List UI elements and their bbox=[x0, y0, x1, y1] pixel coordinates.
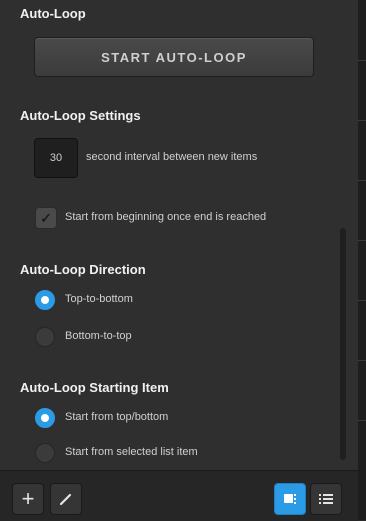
radio-start-from-top-bottom[interactable] bbox=[35, 408, 55, 428]
start-auto-loop-button[interactable]: START AUTO-LOOP bbox=[34, 37, 314, 77]
side-gutter bbox=[358, 0, 366, 520]
gutter-divider bbox=[358, 180, 366, 209]
edit-button[interactable] bbox=[50, 483, 82, 515]
restart-checkbox-label: Start from beginning once end is reached bbox=[65, 211, 267, 223]
add-button[interactable]: + bbox=[12, 483, 44, 515]
radio-top-to-bottom[interactable] bbox=[35, 290, 55, 310]
auto-loop-panel: Auto-Loop START AUTO-LOOP Auto-Loop Sett… bbox=[0, 0, 358, 521]
radio-label-start-from-selected: Start from selected list item bbox=[65, 446, 198, 458]
radio-label-start-from-top-bottom: Start from top/bottom bbox=[65, 411, 169, 423]
plus-icon: + bbox=[21, 486, 35, 511]
interval-label: second interval between new items bbox=[86, 151, 258, 163]
footer-toolbar: + bbox=[0, 470, 358, 521]
radio-bottom-to-top[interactable] bbox=[35, 327, 55, 347]
interval-input[interactable]: 30 bbox=[34, 138, 78, 178]
gutter-divider bbox=[358, 120, 366, 149]
auto-loop-settings-heading: Auto-Loop Settings bbox=[20, 108, 141, 123]
auto-loop-direction-heading: Auto-Loop Direction bbox=[20, 262, 146, 277]
grid-view-button[interactable] bbox=[274, 483, 306, 515]
gutter-divider bbox=[358, 420, 366, 449]
radio-start-from-selected[interactable] bbox=[35, 443, 55, 463]
checkmark-icon: ✓ bbox=[40, 209, 52, 226]
radio-label-top-to-bottom: Top-to-bottom bbox=[65, 293, 133, 305]
auto-loop-heading: Auto-Loop bbox=[20, 6, 86, 21]
restart-checkbox[interactable]: ✓ bbox=[35, 207, 57, 229]
list-view-button[interactable] bbox=[310, 483, 342, 515]
gutter-divider bbox=[358, 360, 366, 389]
gutter-divider bbox=[358, 240, 366, 269]
radio-label-bottom-to-top: Bottom-to-top bbox=[65, 330, 132, 342]
brush-icon bbox=[59, 493, 72, 506]
gutter-divider bbox=[358, 300, 366, 329]
list-view-icon bbox=[319, 494, 333, 504]
grid-view-icon bbox=[284, 494, 296, 504]
vertical-scrollbar[interactable] bbox=[340, 228, 346, 460]
gutter-divider bbox=[358, 60, 366, 89]
auto-loop-starting-item-heading: Auto-Loop Starting Item bbox=[20, 380, 169, 395]
